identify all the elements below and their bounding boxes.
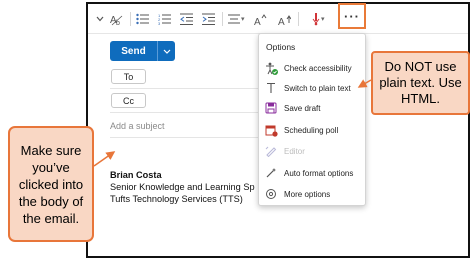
menu-item-scheduling-poll[interactable]: Scheduling poll bbox=[259, 120, 365, 140]
format-text-icon[interactable]: A bbox=[278, 12, 291, 26]
signature-name: Brian Costa bbox=[110, 170, 162, 180]
callout-click-body: Make sure you’ve clicked into the body o… bbox=[8, 126, 94, 242]
increase-indent-icon[interactable] bbox=[202, 12, 215, 26]
ellipsis-icon: ··· bbox=[344, 8, 360, 24]
to-button[interactable]: To bbox=[111, 69, 146, 84]
superscript-icon[interactable]: A bbox=[254, 12, 267, 26]
importance-icon[interactable]: ▾ bbox=[312, 12, 325, 26]
send-button[interactable]: Send bbox=[110, 41, 157, 61]
menu-item-label: Save draft bbox=[284, 103, 321, 113]
menu-item-label: More options bbox=[284, 189, 331, 199]
menu-item-more-options[interactable]: More options bbox=[259, 184, 365, 204]
email-body[interactable]: Brian Costa Senior Knowledge and Learnin… bbox=[110, 169, 255, 205]
save-icon bbox=[264, 101, 278, 115]
menu-item-label: Switch to plain text bbox=[284, 83, 351, 93]
auto-format-icon bbox=[264, 166, 278, 180]
options-menu: Options Check accessibility Switch to pl… bbox=[258, 33, 366, 206]
menu-item-label: Scheduling poll bbox=[284, 125, 339, 135]
menu-item-switch-to-plain-text[interactable]: Switch to plain text bbox=[259, 78, 365, 98]
format-toolbar: Ab 123 ▾ A A ▾ bbox=[88, 4, 468, 34]
text-icon bbox=[264, 81, 278, 95]
send-options-button[interactable] bbox=[157, 41, 175, 61]
chevron-down-icon bbox=[163, 49, 170, 54]
menu-item-editor: Editor bbox=[259, 141, 365, 161]
menu-item-label: Editor bbox=[284, 146, 305, 156]
editor-pen-icon bbox=[264, 144, 278, 158]
menu-header: Options bbox=[266, 42, 296, 52]
more-options-icon bbox=[264, 187, 278, 201]
menu-item-check-accessibility[interactable]: Check accessibility bbox=[259, 58, 365, 78]
subject-input[interactable]: Add a subject bbox=[110, 121, 165, 131]
cc-button[interactable]: Cc bbox=[111, 93, 146, 108]
decrease-indent-icon[interactable] bbox=[180, 12, 193, 26]
calendar-poll-icon bbox=[264, 123, 278, 137]
divider bbox=[110, 137, 262, 138]
menu-item-label: Auto format options bbox=[284, 168, 354, 178]
svg-text:A: A bbox=[278, 17, 285, 26]
menu-item-auto-format-options[interactable]: Auto format options bbox=[259, 163, 365, 183]
chevron-down-icon[interactable] bbox=[96, 12, 104, 26]
numbering-icon[interactable]: 123 bbox=[158, 12, 171, 26]
divider bbox=[110, 88, 258, 89]
svg-text:3: 3 bbox=[158, 21, 161, 25]
align-icon[interactable]: ▾ bbox=[228, 12, 245, 26]
more-options-button[interactable]: ··· bbox=[338, 3, 366, 29]
signature-title: Senior Knowledge and Learning Sp bbox=[110, 182, 255, 192]
menu-item-label: Check accessibility bbox=[284, 63, 352, 73]
clear-format-icon[interactable]: Ab bbox=[110, 12, 124, 26]
menu-item-save-draft[interactable]: Save draft bbox=[259, 98, 365, 118]
send-button-group: Send bbox=[110, 41, 175, 61]
callout-use-html: Do NOT use plain text. Use HTML. bbox=[371, 51, 470, 115]
signature-org: Tufts Technology Services (TTS) bbox=[110, 194, 243, 204]
svg-text:A: A bbox=[254, 17, 261, 26]
divider bbox=[110, 112, 258, 113]
accessibility-icon bbox=[264, 61, 278, 75]
bullets-icon[interactable] bbox=[136, 12, 149, 26]
